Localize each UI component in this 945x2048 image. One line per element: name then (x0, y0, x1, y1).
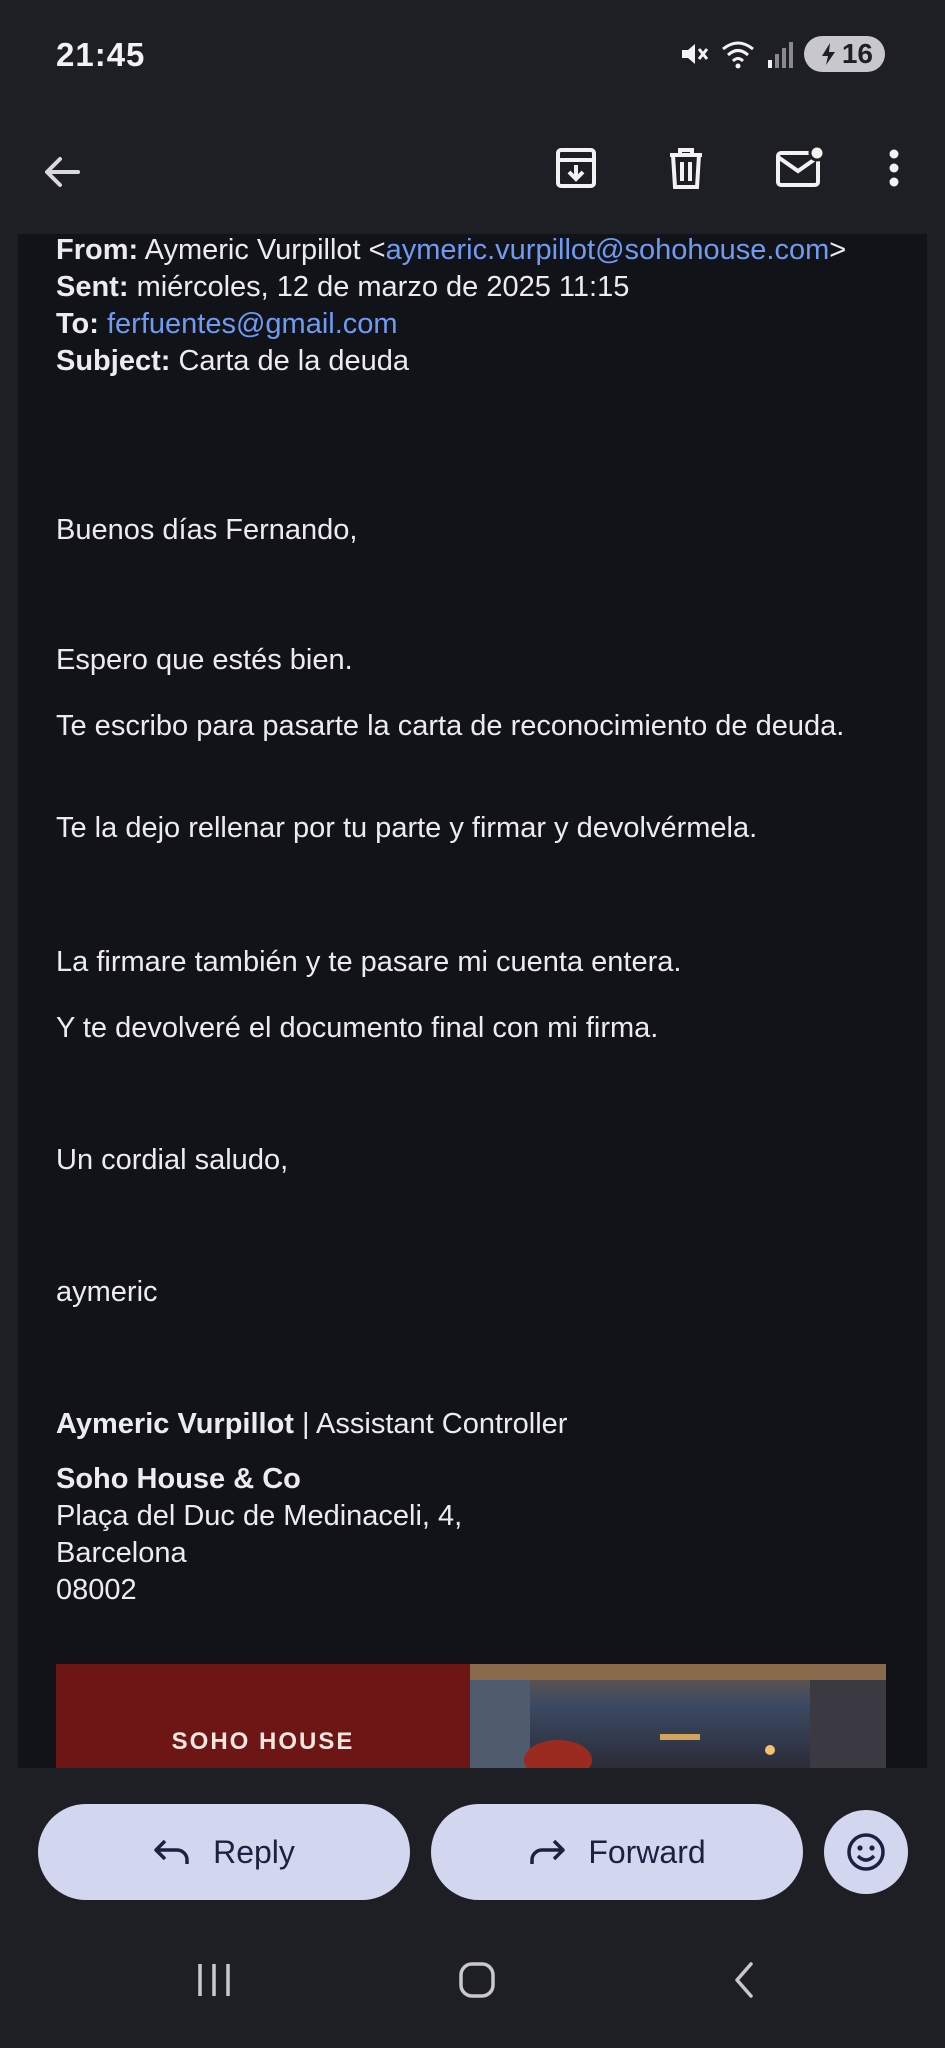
back-arrow-icon (45, 157, 80, 187)
recent-apps-icon (198, 1964, 230, 1996)
archive-icon (556, 148, 596, 188)
home-button[interactable] (447, 1950, 507, 2010)
forward-button[interactable]: Forward (431, 1804, 803, 1900)
from-label: From: (56, 234, 139, 266)
body-paragraph: La firmare también y te pasare mi cuenta… (56, 946, 682, 978)
signature-role: Assistant Controller (316, 1408, 568, 1440)
more-vert-icon (889, 149, 899, 187)
closing: Un cordial saludo, (56, 1144, 289, 1176)
top-app-bar (0, 110, 945, 234)
from-close: > (829, 234, 847, 266)
signature: Aymeric Vurpillot | Assistant Controller… (56, 1406, 876, 1609)
forward-icon (530, 1839, 566, 1864)
sender-short-name: aymeric (56, 1276, 158, 1308)
status-time: 21:45 (56, 36, 146, 73)
delete-button[interactable] (654, 136, 718, 200)
to-label: To: (56, 308, 99, 340)
body-paragraph: Espero que estés bien. (56, 644, 353, 676)
to-line: To: ferfuentes@gmail.com (56, 306, 876, 343)
banner-logo-text: SOHO HOUSE (171, 1728, 355, 1755)
email-content[interactable]: From: Aymeric Vurpillot <aymeric.vurpill… (18, 234, 927, 1768)
back-nav-button[interactable] (714, 1950, 774, 2010)
banner-photo (470, 1664, 886, 1768)
banner-photo-image (470, 1664, 886, 1768)
from-name: Aymeric Vurpillot < (144, 234, 386, 266)
body-paragraph: Y te devolveré el documento final con mi… (56, 1012, 659, 1044)
signature-address-line1: Plaça del Duc de Medinaceli, 4, (56, 1500, 463, 1532)
mute-icon (681, 44, 709, 64)
back-chevron-icon (735, 1962, 753, 1998)
signature-company: Soho House & Co (56, 1461, 876, 1498)
signature-company-name: Soho House & Co (56, 1463, 301, 1495)
signature-name-line: Aymeric Vurpillot | Assistant Controller (56, 1406, 876, 1443)
from-line: From: Aymeric Vurpillot <aymeric.vurpill… (56, 234, 876, 269)
recent-apps-button[interactable] (184, 1950, 244, 2010)
sent-value: miércoles, 12 de marzo de 2025 11:15 (136, 271, 630, 303)
status-icons: 16 (678, 36, 885, 72)
emoji-reaction-button[interactable] (824, 1810, 908, 1894)
signature-banner: SOHO HOUSE (56, 1664, 886, 1768)
from-email-link[interactable]: aymeric.vurpillot@sohohouse.com (386, 234, 830, 266)
signature-postcode: 08002 (56, 1574, 137, 1606)
signature-address-line2: Barcelona (56, 1537, 187, 1569)
banner-logo-panel: SOHO HOUSE (56, 1664, 470, 1768)
wifi-icon (721, 41, 754, 69)
body-paragraph: Te escribo para pasarte la carta de reco… (56, 710, 845, 742)
battery-icon: 16 (803, 36, 885, 72)
charging-icon (821, 43, 835, 65)
signature-name: Aymeric Vurpillot (56, 1408, 294, 1440)
reply-button[interactable]: Reply (38, 1804, 410, 1900)
system-nav-bar (0, 1920, 945, 2048)
sent-label: Sent: (56, 271, 129, 303)
signature-separator: | (293, 1408, 317, 1440)
home-icon (459, 1962, 495, 1998)
to-email-link[interactable]: ferfuentes@gmail.com (107, 308, 398, 340)
reply-label: Reply (213, 1833, 295, 1870)
emoji-icon (847, 1833, 885, 1871)
reply-icon (154, 1839, 189, 1864)
sent-line: Sent: miércoles, 12 de marzo de 2025 11:… (56, 269, 876, 306)
archive-button[interactable] (544, 136, 608, 200)
delete-icon (670, 148, 702, 189)
mark-unread-icon (776, 145, 825, 187)
forward-label: Forward (588, 1833, 706, 1870)
greeting: Buenos días Fernando, (56, 514, 358, 546)
back-button[interactable] (30, 140, 94, 204)
mark-unread-button[interactable] (768, 136, 832, 200)
signal-icon (767, 42, 793, 68)
body-paragraph: Te la dejo rellenar por tu parte y firma… (56, 812, 758, 844)
more-options-button[interactable] (862, 136, 926, 200)
subject-line: Subject: Carta de la deuda (56, 343, 876, 380)
subject-value: Carta de la deuda (178, 345, 410, 377)
email-header: From: Aymeric Vurpillot <aymeric.vurpill… (56, 234, 876, 380)
subject-label: Subject: (56, 345, 171, 377)
battery-level: 16 (841, 38, 873, 69)
status-bar: 21:45 16 (0, 0, 945, 110)
